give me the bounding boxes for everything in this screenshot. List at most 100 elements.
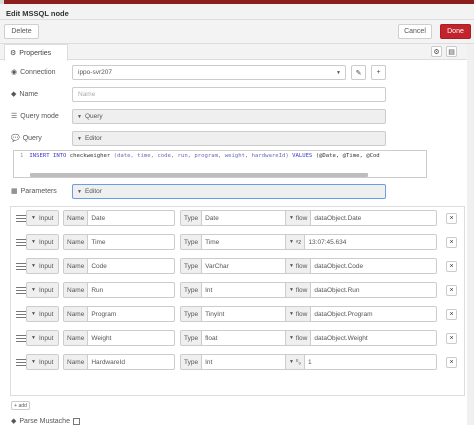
query-type-select[interactable]: ▼ Editor <box>72 131 386 146</box>
chevron-down-icon: ▼ <box>77 188 82 195</box>
comment-icon: 💬 <box>11 135 20 142</box>
cancel-button[interactable]: Cancel <box>398 24 432 39</box>
parameter-row: ▼ Input Name Run Type Int ▼ flow dataObj… <box>14 282 462 298</box>
drag-handle-icon[interactable] <box>16 215 26 222</box>
param-name-input[interactable]: Name HardwareId <box>63 354 175 370</box>
remove-parameter-icon[interactable]: × <box>446 213 457 224</box>
connection-select[interactable]: ippo-svr207 ▼ <box>72 65 346 80</box>
parameter-row: ▼ Input Name Program Type TinyInt ▼ flow… <box>14 306 462 322</box>
param-direction-select[interactable]: ▼ Input <box>26 234 59 250</box>
edit-pencil-icon[interactable]: ✎ <box>351 65 366 80</box>
list-icon: ☰ <box>11 113 18 120</box>
remove-parameter-icon[interactable]: × <box>446 309 457 320</box>
drag-handle-icon[interactable] <box>16 263 26 270</box>
chevron-down-icon: ▼ <box>31 311 36 317</box>
param-value-input[interactable]: ▼ flow dataObject.Code <box>285 258 437 274</box>
drag-handle-icon[interactable] <box>16 311 26 318</box>
param-direction-select[interactable]: ▼ Input <box>26 306 59 322</box>
chevron-down-icon: ▼ <box>289 359 294 365</box>
param-type-input[interactable]: Type float <box>180 330 295 346</box>
add-parameter-button[interactable]: + add <box>11 401 30 410</box>
chevron-down-icon: ▼ <box>289 311 294 317</box>
chevron-down-icon: ▼ <box>336 69 341 76</box>
query-label: 💬 Query <box>11 134 42 143</box>
name-label: ◆ Name <box>11 90 39 99</box>
param-value-input[interactable]: ▼ flow dataObject.Date <box>285 210 437 226</box>
param-name-input[interactable]: Name Run <box>63 282 175 298</box>
param-value-input[interactable]: ▼ ⁰₉ 1 <box>285 354 437 370</box>
dialog-title: Edit MSSQL node <box>6 9 69 18</box>
param-direction-select[interactable]: ▼ Input <box>26 330 59 346</box>
param-value-input[interactable]: ▼ flow dataObject.Program <box>285 306 437 322</box>
param-name-input[interactable]: Name Date <box>63 210 175 226</box>
tab-bar <box>0 44 474 60</box>
parameter-row: ▼ Input Name Time Type Time ▼ ᵃz 13:07:4… <box>14 234 462 250</box>
param-direction-select[interactable]: ▼ Input <box>26 282 59 298</box>
chevron-down-icon: ▼ <box>31 287 36 293</box>
chevron-down-icon: ▼ <box>31 239 36 245</box>
tag-icon: ◆ <box>11 418 17 425</box>
drag-handle-icon[interactable] <box>16 239 26 246</box>
table-icon: ▦ <box>11 188 18 195</box>
title-bar: Edit MSSQL node <box>0 4 474 20</box>
param-type-input[interactable]: Type Time <box>180 234 295 250</box>
chevron-down-icon: ▼ <box>77 113 82 120</box>
remove-parameter-icon[interactable]: × <box>446 333 457 344</box>
param-value-input[interactable]: ▼ ᵃz 13:07:45.634 <box>285 234 437 250</box>
parameter-row: ▼ Input Name Date Type Date ▼ flow dataO… <box>14 210 462 226</box>
parameters-select[interactable]: ▼ Editor <box>72 184 386 199</box>
add-connection-icon[interactable]: + <box>371 65 386 80</box>
drag-handle-icon[interactable] <box>16 335 26 342</box>
param-name-input[interactable]: Name Time <box>63 234 175 250</box>
vertical-scrollbar[interactable] <box>467 44 474 425</box>
globe-icon: ◉ <box>11 69 18 76</box>
parse-mustache-checkbox[interactable] <box>73 418 80 425</box>
chevron-down-icon: ▼ <box>31 263 36 269</box>
chevron-down-icon: ▼ <box>31 335 36 341</box>
code-line: 1 INSERT INTO checkweigher (date, time, c… <box>20 153 380 159</box>
query-mode-select[interactable]: ▼ Query <box>72 109 386 124</box>
chevron-down-icon: ▼ <box>289 215 294 221</box>
parse-mustache-label: ◆ Parse Mustache <box>11 417 70 425</box>
chevron-down-icon: ▼ <box>289 263 294 269</box>
param-name-input[interactable]: Name Program <box>63 306 175 322</box>
param-direction-select[interactable]: ▼ Input <box>26 210 59 226</box>
remove-parameter-icon[interactable]: × <box>446 357 457 368</box>
connection-label: ◉ Connection <box>11 68 56 77</box>
parameter-row: ▼ Input Name HardwareId Type Int ▼ ⁰₉ 1 … <box>14 354 462 370</box>
chevron-down-icon: ▼ <box>289 287 294 293</box>
drag-handle-icon[interactable] <box>16 359 26 366</box>
done-button[interactable]: Done <box>440 24 471 39</box>
editor-scrollbar[interactable] <box>30 173 368 177</box>
name-input[interactable]: Name <box>72 87 386 102</box>
param-value-input[interactable]: ▼ flow dataObject.Weight <box>285 330 437 346</box>
chevron-down-icon: ▼ <box>289 239 294 245</box>
remove-parameter-icon[interactable]: × <box>446 261 457 272</box>
remove-parameter-icon[interactable]: × <box>446 285 457 296</box>
remove-parameter-icon[interactable]: × <box>446 237 457 248</box>
parameter-row: ▼ Input Name Weight Type float ▼ flow da… <box>14 330 462 346</box>
param-type-input[interactable]: Type Int <box>180 354 295 370</box>
tab-properties[interactable]: ⚙ Properties <box>4 44 68 61</box>
param-name-input[interactable]: Name Code <box>63 258 175 274</box>
param-name-input[interactable]: Name Weight <box>63 330 175 346</box>
description-icon[interactable]: ▤ <box>446 46 457 57</box>
dialog-toolbar: Delete Cancel Done <box>0 20 474 44</box>
gear-icon: ⚙ <box>10 50 17 57</box>
tab-properties-label: Properties <box>19 49 52 57</box>
chevron-down-icon: ▼ <box>77 135 82 142</box>
param-type-input[interactable]: Type VarChar <box>180 258 295 274</box>
delete-button[interactable]: Delete <box>4 24 39 39</box>
parameters-label: ▦ Parameters <box>11 187 57 196</box>
settings-icon[interactable]: ⚙ <box>431 46 442 57</box>
param-direction-select[interactable]: ▼ Input <box>26 258 59 274</box>
param-direction-select[interactable]: ▼ Input <box>26 354 59 370</box>
tag-icon: ◆ <box>11 91 17 98</box>
param-type-input[interactable]: Type Int <box>180 282 295 298</box>
param-value-input[interactable]: ▼ flow dataObject.Run <box>285 282 437 298</box>
drag-handle-icon[interactable] <box>16 287 26 294</box>
param-type-input[interactable]: Type Date <box>180 210 295 226</box>
chevron-down-icon: ▼ <box>289 335 294 341</box>
parameter-row: ▼ Input Name Code Type VarChar ▼ flow da… <box>14 258 462 274</box>
param-type-input[interactable]: Type TinyInt <box>180 306 295 322</box>
